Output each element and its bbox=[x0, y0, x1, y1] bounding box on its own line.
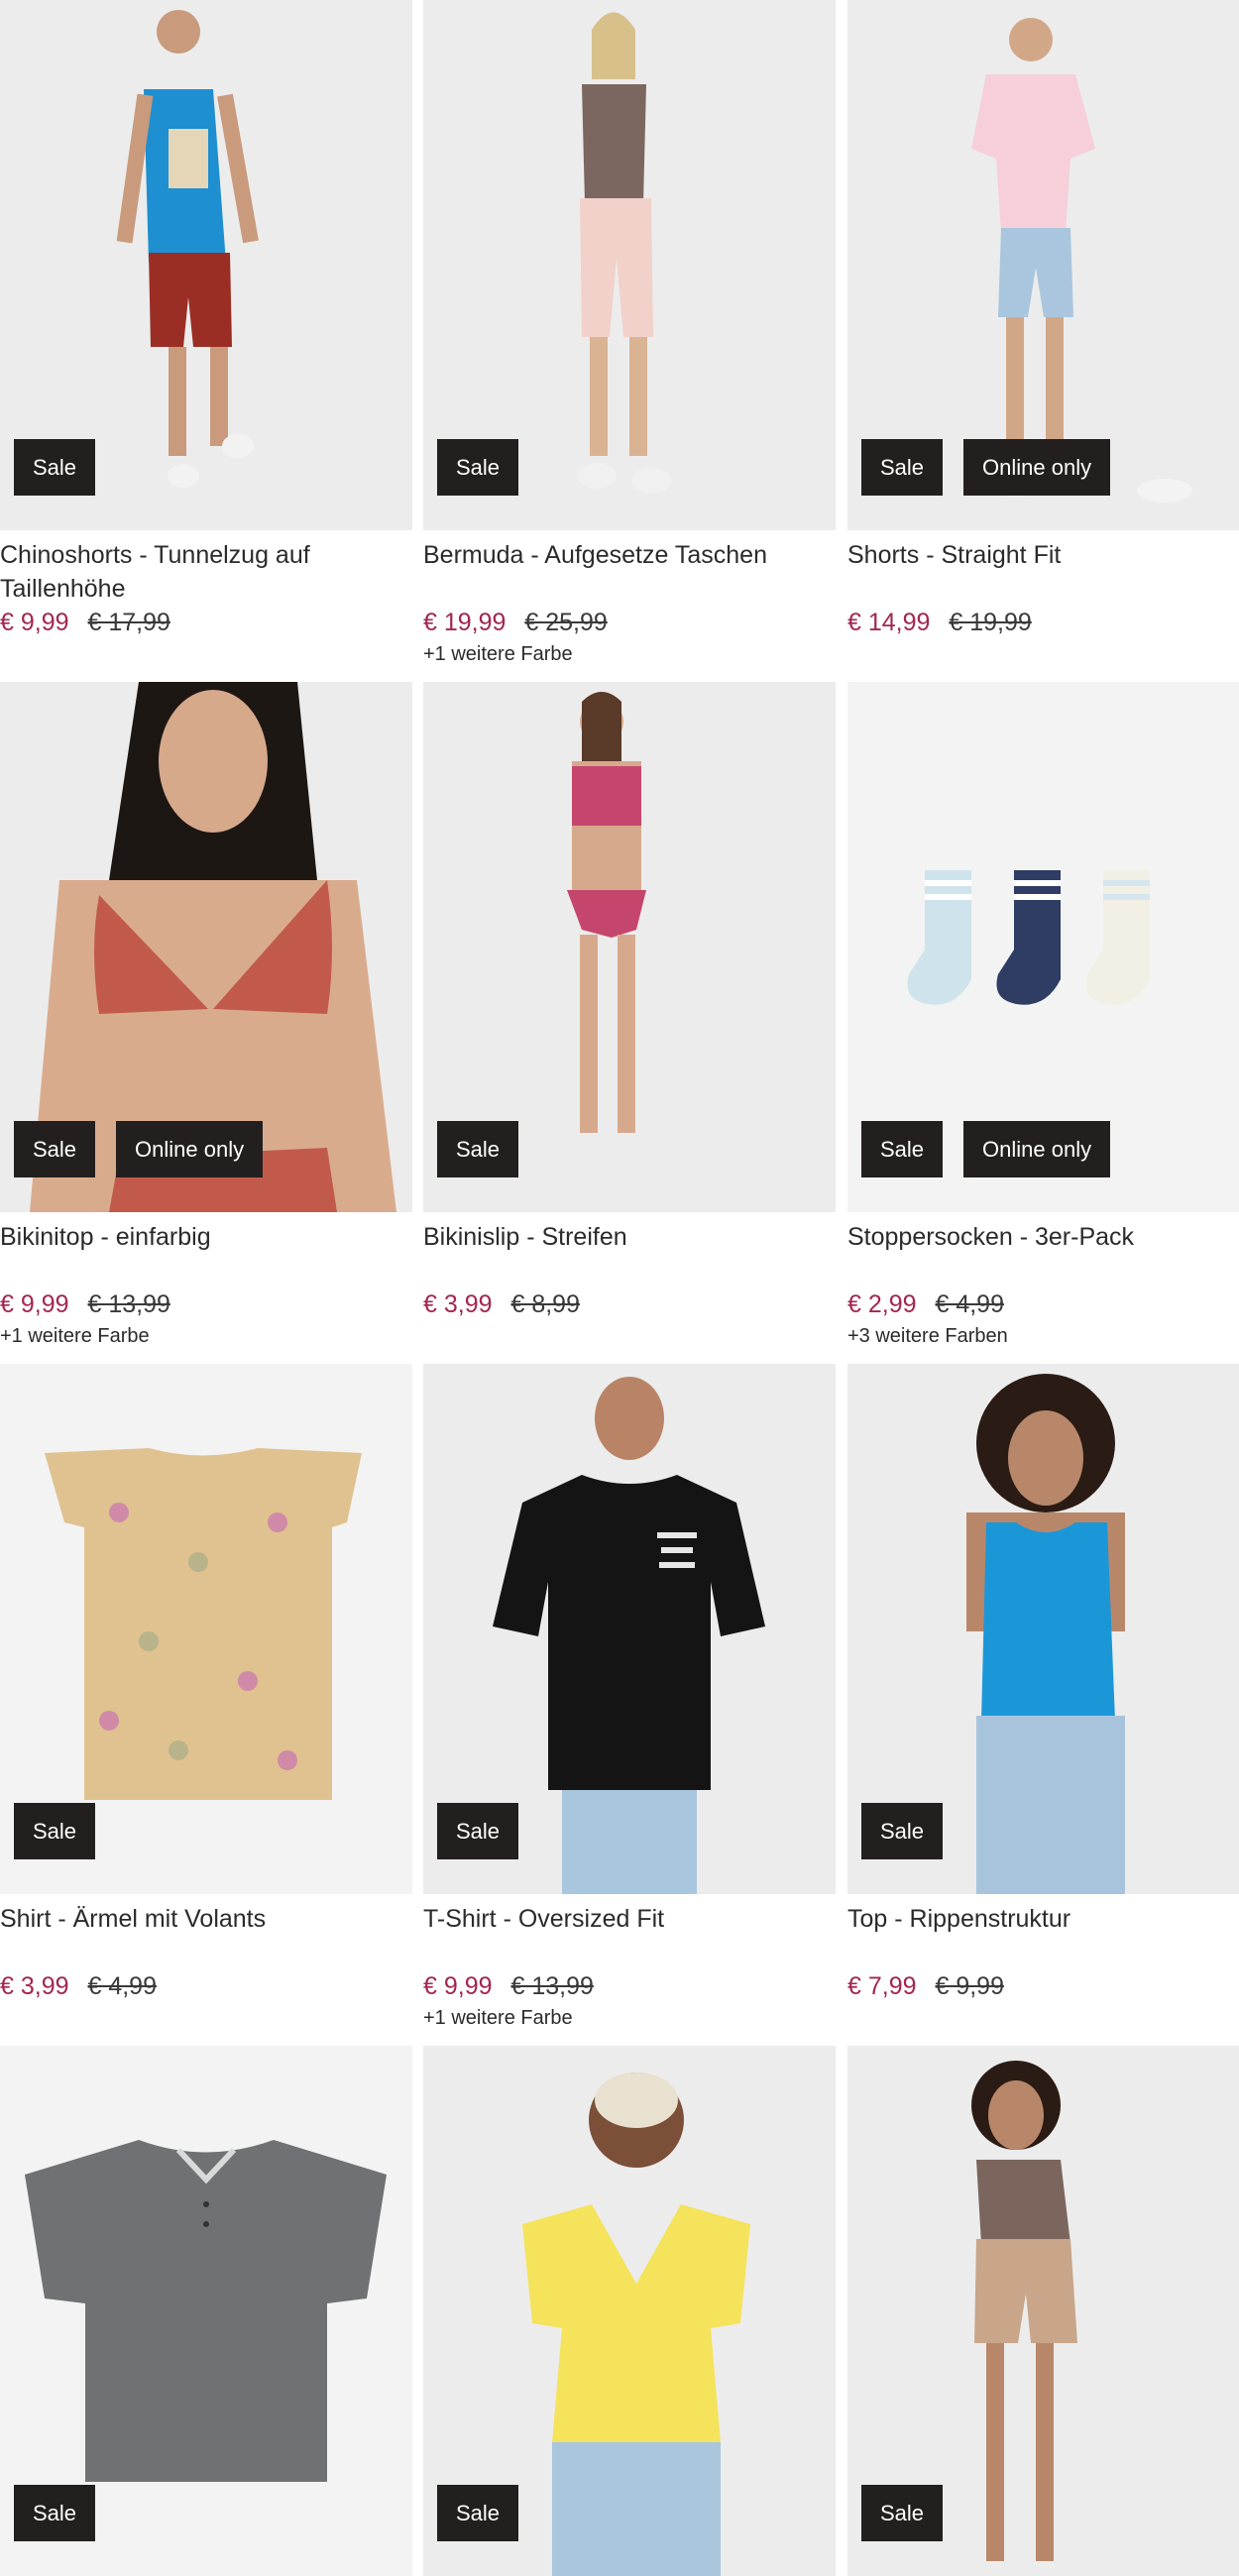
original-price: € 13,99 bbox=[87, 1290, 170, 1318]
sale-badge: Sale bbox=[861, 1803, 944, 1859]
sale-price: € 9,99 bbox=[0, 1290, 69, 1318]
sale-price: € 2,99 bbox=[847, 1290, 917, 1318]
product-image[interactable]: Sale Online only bbox=[0, 682, 412, 1212]
original-price: € 8,99 bbox=[510, 1290, 580, 1318]
original-price: € 13,99 bbox=[510, 1972, 594, 2000]
sale-price: € 7,99 bbox=[847, 1972, 917, 2000]
sale-badge: Sale bbox=[14, 1121, 96, 1177]
product-image[interactable]: Sale Online only bbox=[847, 0, 1239, 530]
product-card[interactable]: Sale Chinoshorts - Tunnelzug auf Taillen… bbox=[0, 0, 412, 641]
product-title[interactable]: Chinoshorts - Tunnelzug auf Taillenhöhe bbox=[0, 538, 412, 606]
sale-badge: Sale bbox=[861, 1121, 944, 1177]
product-image[interactable]: Sale bbox=[423, 1364, 836, 1894]
product-prices: € 3,99 € 4,99 bbox=[0, 1969, 412, 2003]
more-colors-link[interactable]: +3 weitere Farben bbox=[847, 1323, 1239, 1349]
product-card[interactable]: Sale Shirt - Ärmel mit Volants € 3,99 € … bbox=[0, 1364, 412, 2005]
original-price: € 19,99 bbox=[949, 609, 1032, 636]
sale-price: € 3,99 bbox=[0, 1972, 69, 2000]
product-title[interactable]: Bikinitop - einfarbig bbox=[0, 1220, 412, 1288]
product-image[interactable]: Sale bbox=[0, 1364, 412, 1894]
more-colors-link[interactable]: +1 weitere Farbe bbox=[423, 641, 836, 667]
sale-badge: Sale bbox=[14, 439, 96, 496]
product-title[interactable]: Bermuda - Aufgesetze Taschen bbox=[423, 538, 836, 606]
product-image[interactable]: Sale bbox=[423, 682, 836, 1212]
product-card[interactable]: Sale Top - Rippenstruktur € 7,99 € 9,99 bbox=[847, 1364, 1239, 2005]
product-prices: € 9,99 € 13,99 bbox=[423, 1969, 836, 2003]
product-card[interactable]: Sale Online only Bikinitop - einfarbig €… bbox=[0, 682, 412, 1349]
product-card[interactable]: Sale Bikinislip - Streifen € 3,99 € 8,99 bbox=[423, 682, 836, 1323]
more-colors-link[interactable]: +1 weitere Farbe bbox=[423, 2005, 836, 2031]
product-title[interactable]: T-Shirt - Oversized Fit bbox=[423, 1902, 836, 1969]
online-only-badge: Online only bbox=[963, 439, 1111, 496]
product-card[interactable]: Sale Online only Stoppersocken - 3er-Pac… bbox=[847, 682, 1239, 1349]
product-title[interactable]: Shirt - Ärmel mit Volants bbox=[0, 1902, 412, 1969]
product-prices: € 14,99 € 19,99 bbox=[847, 606, 1239, 639]
sale-badge: Sale bbox=[861, 439, 944, 496]
product-title[interactable]: Top - Rippenstruktur bbox=[847, 1902, 1239, 1969]
sale-price: € 14,99 bbox=[847, 609, 931, 636]
sale-price: € 3,99 bbox=[423, 1290, 493, 1318]
product-image[interactable]: Sale bbox=[423, 0, 836, 530]
product-image[interactable]: Sale Online only bbox=[847, 682, 1239, 1212]
original-price: € 4,99 bbox=[935, 1290, 1004, 1318]
product-prices: € 9,99 € 13,99 bbox=[0, 1288, 412, 1321]
product-card[interactable]: Sale bbox=[0, 2046, 412, 2576]
product-title[interactable]: Stoppersocken - 3er-Pack bbox=[847, 1220, 1239, 1288]
product-image[interactable]: Sale bbox=[423, 2046, 836, 2576]
sale-badge: Sale bbox=[861, 2485, 944, 2541]
sale-badge: Sale bbox=[14, 1803, 96, 1859]
sale-price: € 19,99 bbox=[423, 609, 507, 636]
original-price: € 4,99 bbox=[87, 1972, 157, 2000]
sale-price: € 9,99 bbox=[423, 1972, 493, 2000]
product-image[interactable]: Sale bbox=[0, 2046, 412, 2576]
product-image[interactable]: Sale bbox=[847, 1364, 1239, 1894]
original-price: € 9,99 bbox=[935, 1972, 1004, 2000]
product-prices: € 19,99 € 25,99 bbox=[423, 606, 836, 639]
sale-price: € 9,99 bbox=[0, 609, 69, 636]
product-image[interactable]: Sale bbox=[0, 0, 412, 530]
more-colors-link[interactable]: +1 weitere Farbe bbox=[0, 1323, 412, 1349]
product-card[interactable]: Sale Online only Shorts - Straight Fit €… bbox=[847, 0, 1239, 641]
product-card[interactable]: Sale bbox=[423, 2046, 836, 2576]
online-only-badge: Online only bbox=[963, 1121, 1111, 1177]
online-only-badge: Online only bbox=[116, 1121, 264, 1177]
product-image[interactable]: Sale bbox=[847, 2046, 1239, 2576]
product-prices: € 7,99 € 9,99 bbox=[847, 1969, 1239, 2003]
original-price: € 17,99 bbox=[87, 609, 170, 636]
sale-badge: Sale bbox=[437, 2485, 519, 2541]
sale-badge: Sale bbox=[437, 1121, 519, 1177]
product-grid: Sale Chinoshorts - Tunnelzug auf Taillen… bbox=[0, 0, 1239, 2576]
product-title[interactable]: Bikinislip - Streifen bbox=[423, 1220, 836, 1288]
product-prices: € 3,99 € 8,99 bbox=[423, 1288, 836, 1321]
sale-badge: Sale bbox=[437, 439, 519, 496]
product-prices: € 2,99 € 4,99 bbox=[847, 1288, 1239, 1321]
sale-badge: Sale bbox=[437, 1803, 519, 1859]
product-prices: € 9,99 € 17,99 bbox=[0, 606, 412, 639]
product-card[interactable]: Sale bbox=[847, 2046, 1239, 2576]
sale-badge: Sale bbox=[14, 2485, 96, 2541]
product-title[interactable]: Shorts - Straight Fit bbox=[847, 538, 1239, 606]
product-card[interactable]: Sale Bermuda - Aufgesetze Taschen € 19,9… bbox=[423, 0, 836, 667]
original-price: € 25,99 bbox=[524, 609, 608, 636]
product-card[interactable]: Sale T-Shirt - Oversized Fit € 9,99 € 13… bbox=[423, 1364, 836, 2031]
